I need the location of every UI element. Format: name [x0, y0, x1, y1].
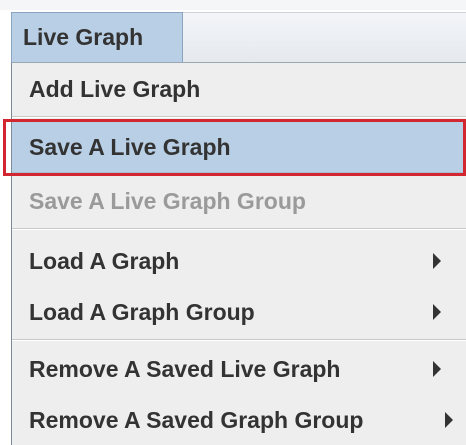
menu-item-label: Remove A Saved Graph Group	[29, 407, 364, 433]
menu-item-add-live-graph[interactable]: Add Live Graph	[12, 63, 466, 115]
menu-item-label: Load A Graph	[29, 248, 180, 274]
menu-item-save-live-graph-group: Save A Live Graph Group	[29, 188, 306, 214]
menu-separator	[12, 116, 466, 118]
menu-item-remove-saved-graph-group[interactable]: Remove A Saved Graph Group	[12, 394, 466, 445]
menubar: Live Graph	[0, 0, 466, 62]
chevron-right-icon	[433, 304, 441, 320]
chevron-right-icon	[445, 412, 453, 428]
menu-live-graph[interactable]: Live Graph	[11, 12, 183, 62]
menubar-top-strip	[0, 0, 466, 10]
menu-item-load-graph-group[interactable]: Load A Graph Group	[12, 286, 466, 338]
menu-separator	[12, 228, 466, 230]
menu-item-load-graph[interactable]: Load A Graph	[12, 235, 466, 287]
live-graph-menu-popup: Add Live Graph Save A Live Graph Save A …	[11, 62, 466, 445]
chevron-right-icon	[433, 253, 441, 269]
chevron-right-icon	[433, 361, 441, 377]
menu-item-save-live-graph[interactable]: Save A Live Graph	[12, 121, 466, 173]
screen: Live Graph Add Live Graph Save A Live Gr…	[0, 0, 466, 445]
menu-item-label: Load A Graph Group	[29, 299, 255, 325]
menu-item-label: Remove A Saved Live Graph	[29, 356, 341, 382]
menubar-background	[183, 12, 466, 62]
menu-separator	[12, 339, 466, 341]
menu-item-remove-saved-live-graph[interactable]: Remove A Saved Live Graph	[12, 343, 466, 395]
